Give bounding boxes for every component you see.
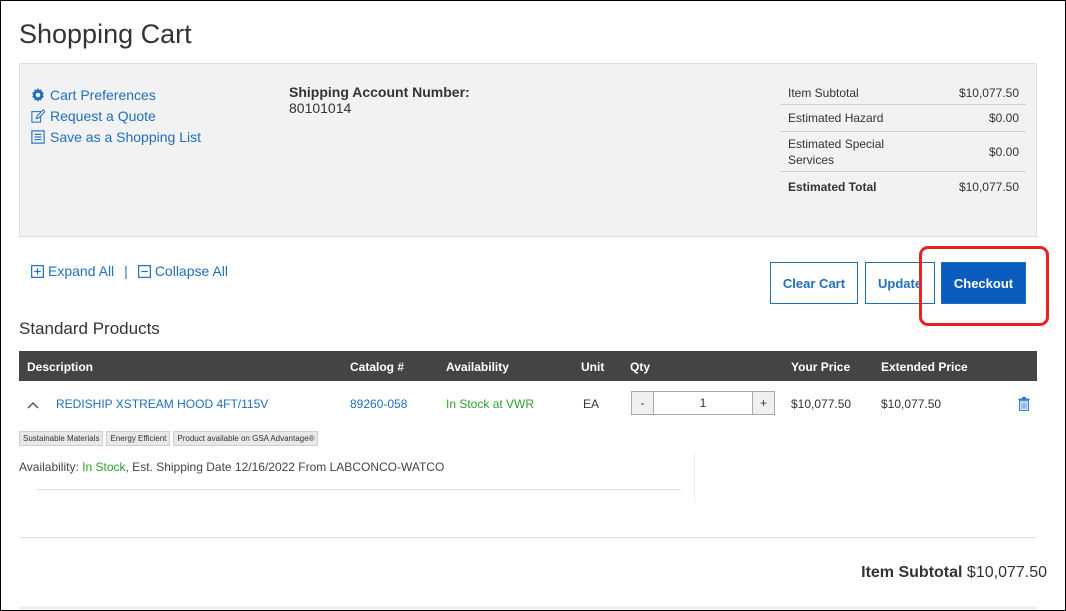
edit-pencil-icon	[31, 108, 45, 123]
extended-price-value: $10,077.50	[881, 397, 942, 411]
save-shopping-list-link[interactable]: Save as a Shopping List	[31, 126, 201, 147]
quantity-stepper: - +	[631, 391, 775, 415]
section-title: Standard Products	[19, 319, 160, 338]
product-tags: Sustainable Materials Energy Efficient P…	[19, 431, 321, 446]
footer-subtotal-value: $10,077.50	[966, 564, 1047, 581]
table-header: Description Catalog # Availability Unit …	[19, 351, 1037, 381]
summary-row: Estimated Hazard $0.00	[781, 105, 1026, 132]
col-availability: Availability	[446, 360, 509, 374]
collapse-row-toggle[interactable]	[27, 397, 39, 415]
availability-in-stock: In Stock	[82, 460, 126, 474]
collapse-all-link[interactable]: Collapse All	[137, 263, 228, 279]
col-qty: Qty	[630, 360, 651, 374]
cart-actions: Cart Preferences Request a Quote Save as…	[31, 84, 201, 147]
summary-label: Estimated Total	[788, 180, 877, 194]
col-catalog: Catalog #	[350, 360, 405, 374]
summary-row-total: Estimated Total $10,077.50	[781, 172, 1026, 202]
cart-preferences-link[interactable]: Cart Preferences	[31, 84, 201, 105]
expand-all-label: Expand All	[48, 263, 115, 279]
summary-value: $10,077.50	[958, 85, 1019, 100]
shipping-account-label: Shipping Account Number:	[289, 84, 470, 100]
checkout-highlight	[919, 246, 1049, 326]
col-extended-price: Extended Price	[881, 360, 968, 374]
your-price-value: $10,077.50	[791, 397, 852, 411]
summary-row: Estimated Special Services $0.00	[781, 132, 1026, 172]
availability-label: Availability:	[19, 460, 79, 474]
footer-subtotal-label: Item Subtotal	[861, 564, 963, 581]
tag-badge: Energy Efficient	[106, 431, 171, 446]
order-summary: Item Subtotal $10,077.50 Estimated Hazar…	[781, 81, 1026, 202]
chevron-up-icon	[27, 401, 39, 409]
gear-icon	[31, 87, 45, 102]
unit-value: EA	[583, 397, 600, 411]
clear-cart-button[interactable]: Clear Cart	[770, 262, 858, 304]
request-quote-label: Request a Quote	[50, 107, 156, 124]
availability-details: Availability: In Stock, Est. Shipping Da…	[19, 460, 444, 474]
col-your-price: Your Price	[791, 360, 851, 374]
catalog-number-link[interactable]: 89260-058	[350, 397, 407, 411]
delete-item-button[interactable]	[1018, 397, 1030, 416]
tag-badge: Product available on GSA Advantage®	[173, 431, 319, 446]
page-title: Shopping Cart	[19, 19, 192, 49]
shipping-account-value: 80101014	[289, 100, 352, 116]
footer-subtotal: Item Subtotal $10,077.50	[861, 564, 1047, 582]
product-name-link[interactable]: REDISHIP XSTREAM HOOD 4FT/115V	[56, 397, 268, 411]
request-quote-link[interactable]: Request a Quote	[31, 105, 201, 126]
expand-collapse-controls: Expand All | Collapse All	[31, 263, 228, 279]
summary-value: $10,077.50	[958, 180, 1019, 194]
save-shopping-list-label: Save as a Shopping List	[50, 128, 201, 145]
qty-input[interactable]	[654, 392, 752, 414]
page-frame: Shopping Cart Cart Preferences Request a…	[0, 0, 1066, 611]
qty-decrease-button[interactable]: -	[632, 392, 654, 414]
qty-increase-button[interactable]: +	[752, 392, 774, 414]
bottom-panel-edge	[19, 606, 1037, 610]
list-icon	[31, 129, 45, 144]
availability-status: In Stock at VWR	[446, 397, 535, 411]
expand-all-link[interactable]: Expand All	[31, 263, 114, 279]
summary-label: Estimated Special Services	[788, 136, 885, 167]
control-separator: |	[124, 263, 128, 279]
divider	[19, 537, 1037, 538]
summary-row: Item Subtotal $10,077.50	[781, 81, 1026, 105]
divider	[694, 451, 695, 503]
plus-box-icon	[31, 264, 44, 278]
divider	[37, 489, 681, 490]
summary-label: Estimated Hazard	[788, 111, 884, 125]
cart-preferences-label: Cart Preferences	[50, 86, 156, 103]
shipping-account: Shipping Account Number: 80101014	[289, 84, 470, 116]
col-unit: Unit	[581, 360, 605, 374]
trash-icon	[1018, 397, 1030, 412]
summary-value: $0.00	[988, 111, 1019, 125]
shipping-details: , Est. Shipping Date 12/16/2022 From LAB…	[125, 460, 445, 474]
tag-badge: Sustainable Materials	[19, 431, 104, 446]
summary-label: Item Subtotal	[788, 85, 859, 100]
col-description: Description	[27, 360, 94, 374]
summary-value: $0.00	[988, 144, 1019, 159]
minus-box-icon	[137, 264, 151, 278]
collapse-all-label: Collapse All	[154, 263, 228, 279]
